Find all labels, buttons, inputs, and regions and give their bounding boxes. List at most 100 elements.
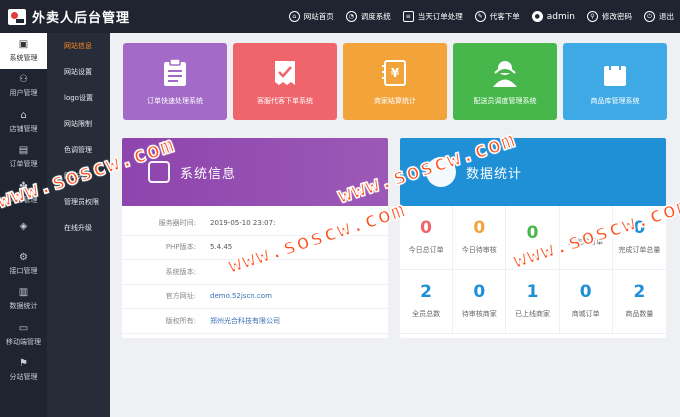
info-row-system-version: 系统版本: xyxy=(122,260,388,285)
topnav-logout[interactable]: ⏻ 退出 xyxy=(644,11,674,22)
proxy-order-icon: ✎ xyxy=(474,11,486,22)
sidebar-item-stats[interactable]: ▥ 数据统计 xyxy=(0,282,47,318)
submenu-item-label: 管理员权限 xyxy=(64,198,99,206)
topnav-dispatch[interactable]: ◔ 调度系统 xyxy=(345,11,391,22)
sidebar-item-label: 分站管理 xyxy=(9,373,38,382)
stat-label: 待审核商家 xyxy=(461,310,497,318)
store-icon: ⌂ xyxy=(20,109,27,121)
sidebar-item-label: 系统管理 xyxy=(9,53,38,62)
system-info-list: 服务器时间: 2019-05-10 23:07: PHP版本: 5.4.45 系… xyxy=(122,206,388,334)
stat-cell[interactable]: 2 全员总数 xyxy=(400,270,454,334)
submenu-item-color-theme[interactable]: 色调管理 xyxy=(47,137,110,163)
info-key: 系统版本: xyxy=(165,267,196,276)
submenu-item-label: 网站升 xyxy=(64,172,85,180)
stat-cell[interactable]: 0 完成订单总量 xyxy=(612,206,666,270)
tile-label: 商家结算统计 xyxy=(374,96,416,105)
tile-label: 商品库管理系统 xyxy=(590,96,640,105)
mobile-icon: ▭ xyxy=(18,322,29,334)
order-icon: ≡ xyxy=(402,11,414,22)
info-row-server-time: 服务器时间: 2019-05-10 23:07: xyxy=(122,211,388,236)
sidebar-item-users[interactable]: ⚇ 用户管理 xyxy=(0,69,47,105)
info-value: 5.4.45 xyxy=(210,243,233,252)
system-info-icon xyxy=(148,161,170,183)
user-icon: ● xyxy=(531,11,543,22)
data-stats-header: 数据统计 xyxy=(400,138,666,206)
stat-cell[interactable]: 2 商品数量 xyxy=(612,270,666,334)
submenu-item-admin-permissions[interactable]: 管理员权限 xyxy=(47,189,110,215)
submenu-item-online-upgrade[interactable]: 在线升级 xyxy=(47,215,110,241)
stat-value: 2 xyxy=(633,282,646,302)
orders-icon: ▤ xyxy=(18,145,29,157)
official-site-link[interactable]: demo.52jscn.com xyxy=(210,292,272,300)
stat-cell[interactable]: 月完成订单 xyxy=(559,206,613,270)
logo-icon xyxy=(8,8,26,25)
tile-label: 客服代客下单系统 xyxy=(257,96,313,105)
sidebar-item-label: 店铺管理 xyxy=(9,124,38,133)
dispatch-icon: ◔ xyxy=(345,11,357,22)
tile-product-library[interactable]: 商品库管理系统 xyxy=(563,43,667,120)
settings-icon: ▣ xyxy=(18,38,29,50)
info-row-php-version: PHP版本: 5.4.45 xyxy=(122,236,388,260)
topnav-label: 调度系统 xyxy=(360,12,391,21)
data-stats-icon xyxy=(426,157,456,187)
topnav-today-orders[interactable]: ≡ 当天订单处理 xyxy=(402,11,463,22)
tile-courier-dispatch[interactable]: 配送员调度管理系统 xyxy=(453,43,557,120)
submenu-item-site-info[interactable]: 网站信息 xyxy=(47,33,110,59)
topnav-home[interactable]: ⌂ 网站首页 xyxy=(288,11,334,22)
topnav-change-password[interactable]: ⚲ 修改密码 xyxy=(587,11,632,22)
submenu-item-label: 网站限制 xyxy=(64,120,92,128)
tile-order-processing[interactable]: 订单快速处理系统 xyxy=(123,43,227,120)
submenu-item-label: 色调管理 xyxy=(64,146,92,154)
users-icon: ⚇ xyxy=(19,74,28,86)
main-content: 订单快速处理系统 客服代客下单系统 ¥ 商家结算统计 配送员调度管理系统 商品库… xyxy=(110,33,680,417)
sidebar-item-api[interactable]: ⚙ 接口管理 xyxy=(0,246,47,282)
sidebar-item-orders[interactable]: ▤ 订单管理 xyxy=(0,140,47,176)
invoice-icon: ¥ xyxy=(380,58,410,88)
logout-icon: ⏻ xyxy=(644,11,655,22)
stat-cell[interactable]: 0 商城订单 xyxy=(559,270,613,334)
tile-merchant-settlement[interactable]: ¥ 商家结算统计 xyxy=(343,43,447,120)
sidebar-item-content[interactable]: ✤ 内容管理 xyxy=(0,175,47,211)
sidebar-item-label: 移动端管理 xyxy=(6,337,41,346)
sidebar-item-stores[interactable]: ⌂ 店铺管理 xyxy=(0,104,47,140)
stat-cell[interactable]: 0 今日总订单 xyxy=(400,206,454,270)
info-key: 版权所有: xyxy=(165,316,196,325)
stat-cell[interactable]: 1 已上线商家 xyxy=(506,270,560,334)
sidebar-item-label: 内容管理 xyxy=(9,195,38,204)
stat-label: 全员总数 xyxy=(412,310,441,318)
info-key: 官方网址: xyxy=(165,292,196,301)
sidebar-item-misc[interactable]: ◈ xyxy=(0,211,47,247)
panel-title: 系统信息 xyxy=(180,166,237,182)
main-sidebar: ▣ 系统管理 ⚇ 用户管理 ⌂ 店铺管理 ▤ 订单管理 ✤ 内容管理 ◈ ⚙ 接… xyxy=(0,33,47,417)
topnav-user[interactable]: ● admin xyxy=(531,11,575,22)
stat-label: 商城订单 xyxy=(571,310,600,318)
stat-cell[interactable]: 0 xyxy=(506,206,560,270)
content-icon: ✤ xyxy=(19,180,28,192)
checklist-icon xyxy=(270,58,300,88)
submenu-item-site-settings[interactable]: 网站设置 xyxy=(47,59,110,85)
app-logo[interactable]: 外卖人后台管理 xyxy=(0,7,190,26)
sidebar-item-system[interactable]: ▣ 系统管理 xyxy=(0,33,47,69)
topnav-label: 退出 xyxy=(659,12,674,21)
stat-cell[interactable]: 0 待审核商家 xyxy=(453,270,507,334)
stat-value: 0 xyxy=(420,218,433,238)
submenu-item-site-limits[interactable]: 网站限制 xyxy=(47,111,110,137)
info-key: 服务器时间: xyxy=(158,218,196,227)
sidebar-item-substation[interactable]: ⚑ 分站管理 xyxy=(0,353,47,389)
stat-cell[interactable]: 0 今日待审核 xyxy=(453,206,507,270)
topnav-label: 网站首页 xyxy=(303,12,334,21)
sidebar-item-label: 订单管理 xyxy=(9,160,38,169)
stat-label: 商品数量 xyxy=(625,310,654,318)
submenu-item-label: logo设置 xyxy=(64,94,93,102)
submenu-item-logo-settings[interactable]: logo设置 xyxy=(47,85,110,111)
sidebar-item-label: 数据统计 xyxy=(9,302,38,311)
topnav-proxy-order[interactable]: ✎ 代客下单 xyxy=(474,11,520,22)
sidebar-item-mobile[interactable]: ▭ 移动端管理 xyxy=(0,317,47,353)
sidebar-item-label: 接口管理 xyxy=(9,266,38,275)
sub-menu: 网站信息 网站设置 logo设置 网站限制 色调管理 网站升 管理员权限 在线升… xyxy=(47,33,110,417)
stat-label: 已上线商家 xyxy=(514,310,550,318)
submenu-item-site-upgrade[interactable]: 网站升 xyxy=(47,163,110,189)
topnav-label: 代客下单 xyxy=(489,12,520,21)
stats-grid: 0 今日总订单 0 今日待审核 0 月完成订单 0 完成订单总量 2 全员总数 0 待审核… xyxy=(400,206,666,334)
tile-proxy-order[interactable]: 客服代客下单系统 xyxy=(233,43,337,120)
